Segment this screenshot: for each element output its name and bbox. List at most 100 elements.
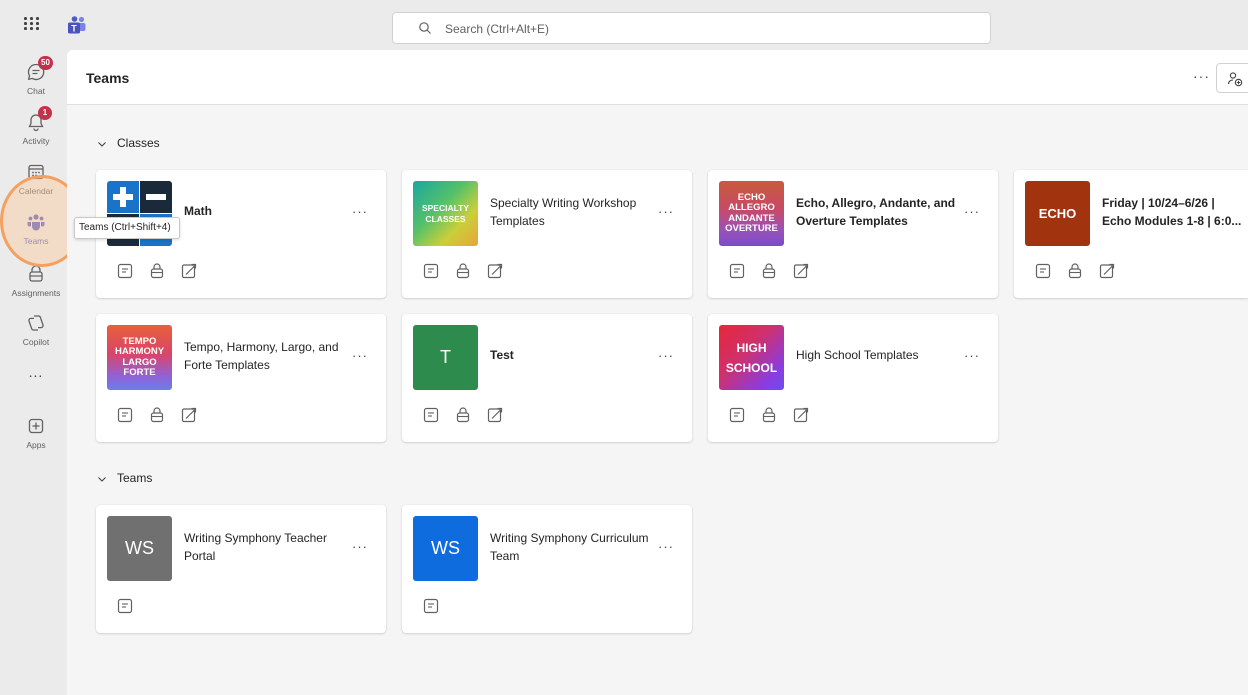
team-name: High School Templates: [796, 348, 919, 362]
assignments-icon[interactable]: [454, 262, 472, 280]
tile-text: ECHO: [1038, 206, 1077, 221]
search-box[interactable]: [392, 12, 991, 44]
team-tile-tempo: TEMPO HARMONY LARGO FORTE: [107, 325, 172, 390]
team-card-ws-teacher-portal[interactable]: WS Writing Symphony Teacher Portal ···: [96, 505, 386, 633]
team-card-specialty-writing[interactable]: SPECIALTY CLASSES Specialty Writing Work…: [402, 170, 692, 298]
assignments-icon[interactable]: [148, 262, 166, 280]
assignments-icon[interactable]: [1066, 262, 1084, 280]
team-name: Specialty Writing Workshop Templates: [490, 196, 637, 228]
add-apps-icon: [28, 418, 44, 434]
tile-text: WS: [125, 538, 154, 558]
teams-section-header[interactable]: Teams: [97, 471, 152, 489]
tile-text: HARMONY: [114, 346, 165, 357]
header-more-button[interactable]: ···: [1193, 68, 1210, 84]
grades-icon[interactable]: [1098, 262, 1116, 280]
page-header: Teams ···: [67, 50, 1248, 105]
tile-text: HIGH: [736, 340, 767, 355]
main-content: Teams ··· Classes Math ··· SPECIALTY CLA…: [67, 50, 1248, 695]
posts-icon[interactable]: [728, 406, 746, 424]
teams-tooltip: Teams (Ctrl+Shift+4): [74, 217, 180, 239]
team-card-echo-allegro[interactable]: ECHO ALLEGRO ANDANTE OVERTURE Echo, Alle…: [708, 170, 998, 298]
app-rail: 50 Chat 1 Activity Calendar Teams Assign…: [0, 48, 67, 695]
grades-icon[interactable]: [180, 406, 198, 424]
rail-label-calendar: Calendar: [18, 186, 54, 196]
rail-item-chat[interactable]: 50 Chat: [0, 56, 67, 106]
posts-icon[interactable]: [728, 262, 746, 280]
posts-icon[interactable]: [422, 406, 440, 424]
rail-label-chat: Chat: [27, 86, 45, 96]
rail-label-teams: Teams: [23, 236, 49, 246]
more-apps-icon: ...: [28, 364, 44, 380]
app-launcher-icon[interactable]: [24, 17, 42, 31]
tile-text: WS: [431, 538, 460, 558]
team-tile-specialty: SPECIALTY CLASSES: [413, 181, 478, 246]
team-more-button[interactable]: ···: [658, 204, 674, 219]
tile-text: T: [440, 347, 451, 367]
posts-icon[interactable]: [116, 406, 134, 424]
assignments-icon[interactable]: [148, 406, 166, 424]
posts-icon[interactable]: [116, 597, 134, 615]
team-card-tempo-harmony[interactable]: TEMPO HARMONY LARGO FORTE Tempo, Harmony…: [96, 314, 386, 442]
team-more-button[interactable]: ···: [658, 539, 674, 554]
rail-item-copilot[interactable]: Copilot: [0, 307, 67, 357]
team-card-test[interactable]: T Test ···: [402, 314, 692, 442]
rail-item-calendar[interactable]: Calendar: [0, 156, 67, 206]
posts-icon[interactable]: [116, 262, 134, 280]
team-tile-ws-gray: WS: [107, 516, 172, 581]
team-name: Tempo, Harmony, Largo, and Forte Templat…: [184, 340, 339, 372]
team-name: Echo, Allegro, Andante, and Overture Tem…: [796, 196, 956, 228]
team-more-button[interactable]: ···: [964, 204, 980, 219]
team-more-button[interactable]: ···: [964, 348, 980, 363]
grades-icon[interactable]: [180, 262, 198, 280]
posts-icon[interactable]: [422, 262, 440, 280]
team-tile-high-school: HIGH SCHOOL: [719, 325, 784, 390]
assignments-icon[interactable]: [454, 406, 472, 424]
rail-item-teams[interactable]: Teams: [0, 206, 67, 256]
rail-label-apps: Apps: [26, 440, 46, 450]
chevron-down-icon: [98, 141, 106, 147]
team-card-ws-curriculum[interactable]: WS Writing Symphony Curriculum Team ···: [402, 505, 692, 633]
grades-icon[interactable]: [792, 262, 810, 280]
team-tile-echo-allegro: ECHO ALLEGRO ANDANTE OVERTURE: [719, 181, 784, 246]
rail-label-copilot: Copilot: [22, 337, 50, 347]
posts-icon[interactable]: [422, 597, 440, 615]
rail-item-activity[interactable]: 1 Activity: [0, 106, 67, 156]
copilot-icon: [28, 315, 44, 331]
team-name: Writing Symphony Teacher Portal: [184, 531, 327, 563]
classes-section-header[interactable]: Classes: [97, 136, 160, 154]
tile-text: CLASSES: [425, 213, 466, 224]
team-more-button[interactable]: ···: [352, 539, 368, 554]
grades-icon[interactable]: [792, 406, 810, 424]
rail-item-assignments[interactable]: Assignments: [0, 258, 67, 308]
section-label: Classes: [117, 136, 160, 150]
posts-icon[interactable]: [1034, 262, 1052, 280]
section-label: Teams: [117, 471, 153, 485]
team-tile-echo: ECHO: [1025, 181, 1090, 246]
search-input[interactable]: [445, 19, 845, 39]
page-title: Teams: [86, 70, 130, 86]
team-name: Friday | 10/24–6/26 | Echo Modules 1-8 |…: [1102, 196, 1242, 228]
grades-icon[interactable]: [486, 406, 504, 424]
grades-icon[interactable]: [486, 262, 504, 280]
people-add-icon: [1227, 72, 1243, 87]
team-name: Writing Symphony Curriculum Team: [490, 531, 649, 563]
team-more-button[interactable]: ···: [352, 204, 368, 219]
activity-badge: 1: [38, 106, 52, 120]
assignments-icon[interactable]: [760, 406, 778, 424]
team-card-high-school[interactable]: HIGH SCHOOL High School Templates ···: [708, 314, 998, 442]
team-tile-test: T: [413, 325, 478, 390]
team-more-button[interactable]: ···: [658, 348, 674, 363]
assignments-icon: [29, 265, 43, 282]
team-more-button[interactable]: ···: [352, 348, 368, 363]
search-icon: [419, 22, 431, 34]
chat-badge: 50: [38, 56, 53, 70]
join-create-team-button[interactable]: [1216, 63, 1248, 93]
tile-text: SCHOOL: [725, 360, 778, 375]
tile-text: ALLEGRO: [728, 202, 775, 213]
team-card-friday-echo[interactable]: ECHO Friday | 10/24–6/26 | Echo Modules …: [1014, 170, 1248, 298]
assignments-icon[interactable]: [760, 262, 778, 280]
rail-more-button[interactable]: ...: [0, 364, 67, 394]
rail-label-assignments: Assignments: [11, 288, 61, 298]
tile-text: SPECIALTY: [421, 203, 470, 213]
rail-item-apps[interactable]: Apps: [0, 410, 67, 460]
